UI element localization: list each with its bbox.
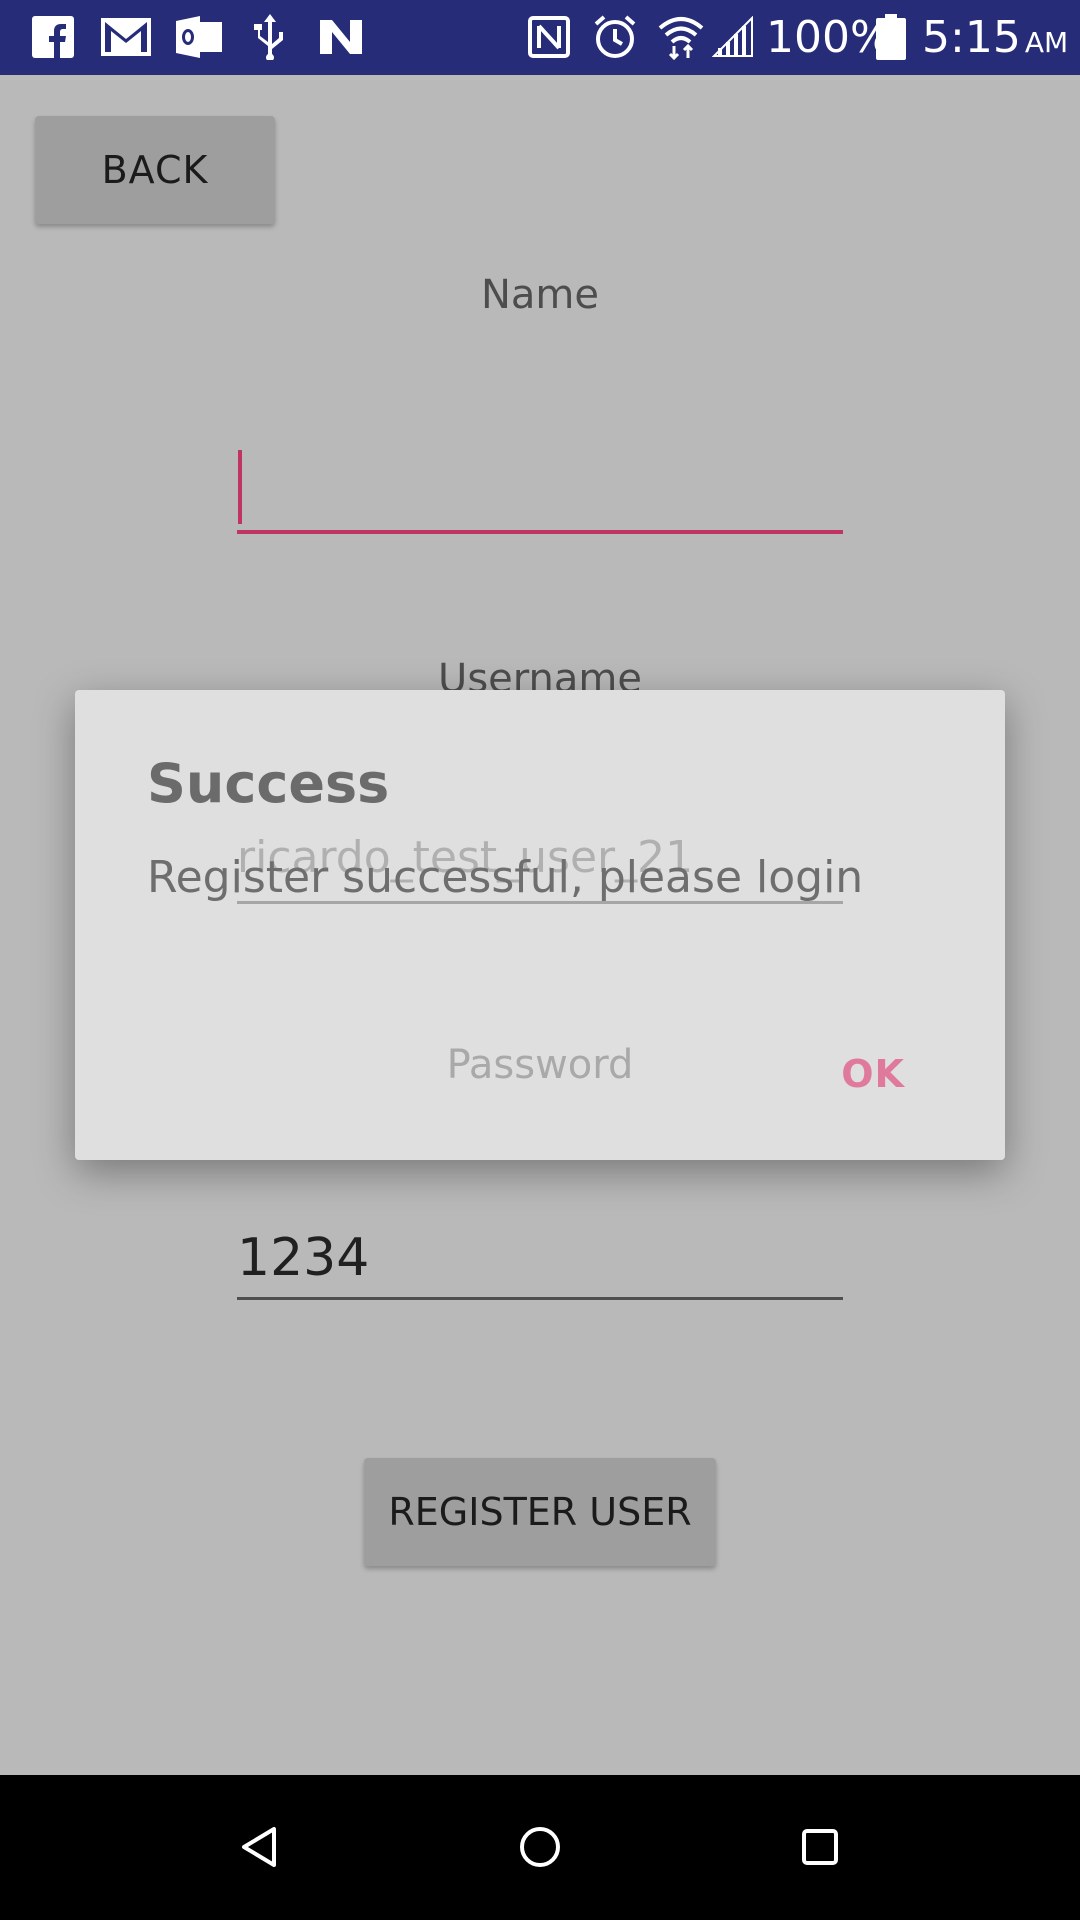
clock-time: 5:15 <box>922 12 1021 63</box>
battery-percent: 100% <box>766 12 892 63</box>
home-icon[interactable] <box>504 1811 576 1883</box>
usb-icon <box>252 12 288 62</box>
dialog-title: Success <box>147 752 390 815</box>
alarm-icon <box>592 12 638 62</box>
name-input-underline <box>237 530 843 534</box>
password-input[interactable]: 1234 <box>237 1228 843 1300</box>
nfc-icon <box>528 12 570 62</box>
outlook-icon <box>176 12 222 62</box>
back-button[interactable]: BACK <box>35 116 275 224</box>
clock: 5:15 AM <box>922 10 1068 66</box>
password-value: 1234 <box>237 1228 370 1288</box>
battery-icon <box>876 12 906 62</box>
text-cursor <box>238 450 242 524</box>
name-label: Name <box>480 272 599 318</box>
signal-icon <box>712 12 754 62</box>
facebook-icon <box>32 12 74 62</box>
name-input[interactable] <box>237 450 843 534</box>
recents-icon[interactable] <box>784 1811 856 1883</box>
clock-ampm: AM <box>1024 26 1069 59</box>
n-icon <box>318 12 364 62</box>
wifi-icon <box>658 12 704 62</box>
success-dialog: ricardo_test_user_21 Success Register su… <box>75 690 1005 1160</box>
status-bar: 100% 5:15 AM <box>0 0 1080 75</box>
dialog-message: Register successful, please login <box>147 852 864 903</box>
gmail-icon <box>100 12 152 62</box>
back-icon[interactable] <box>224 1811 296 1883</box>
register-user-button[interactable]: REGISTER USER <box>364 1458 716 1566</box>
navigation-bar <box>0 1775 1080 1920</box>
password-input-underline <box>237 1297 843 1300</box>
ok-button[interactable]: OK <box>841 1052 905 1096</box>
screen: 100% 5:15 AM BACK Name Username 1234 REGI… <box>0 0 1080 1920</box>
